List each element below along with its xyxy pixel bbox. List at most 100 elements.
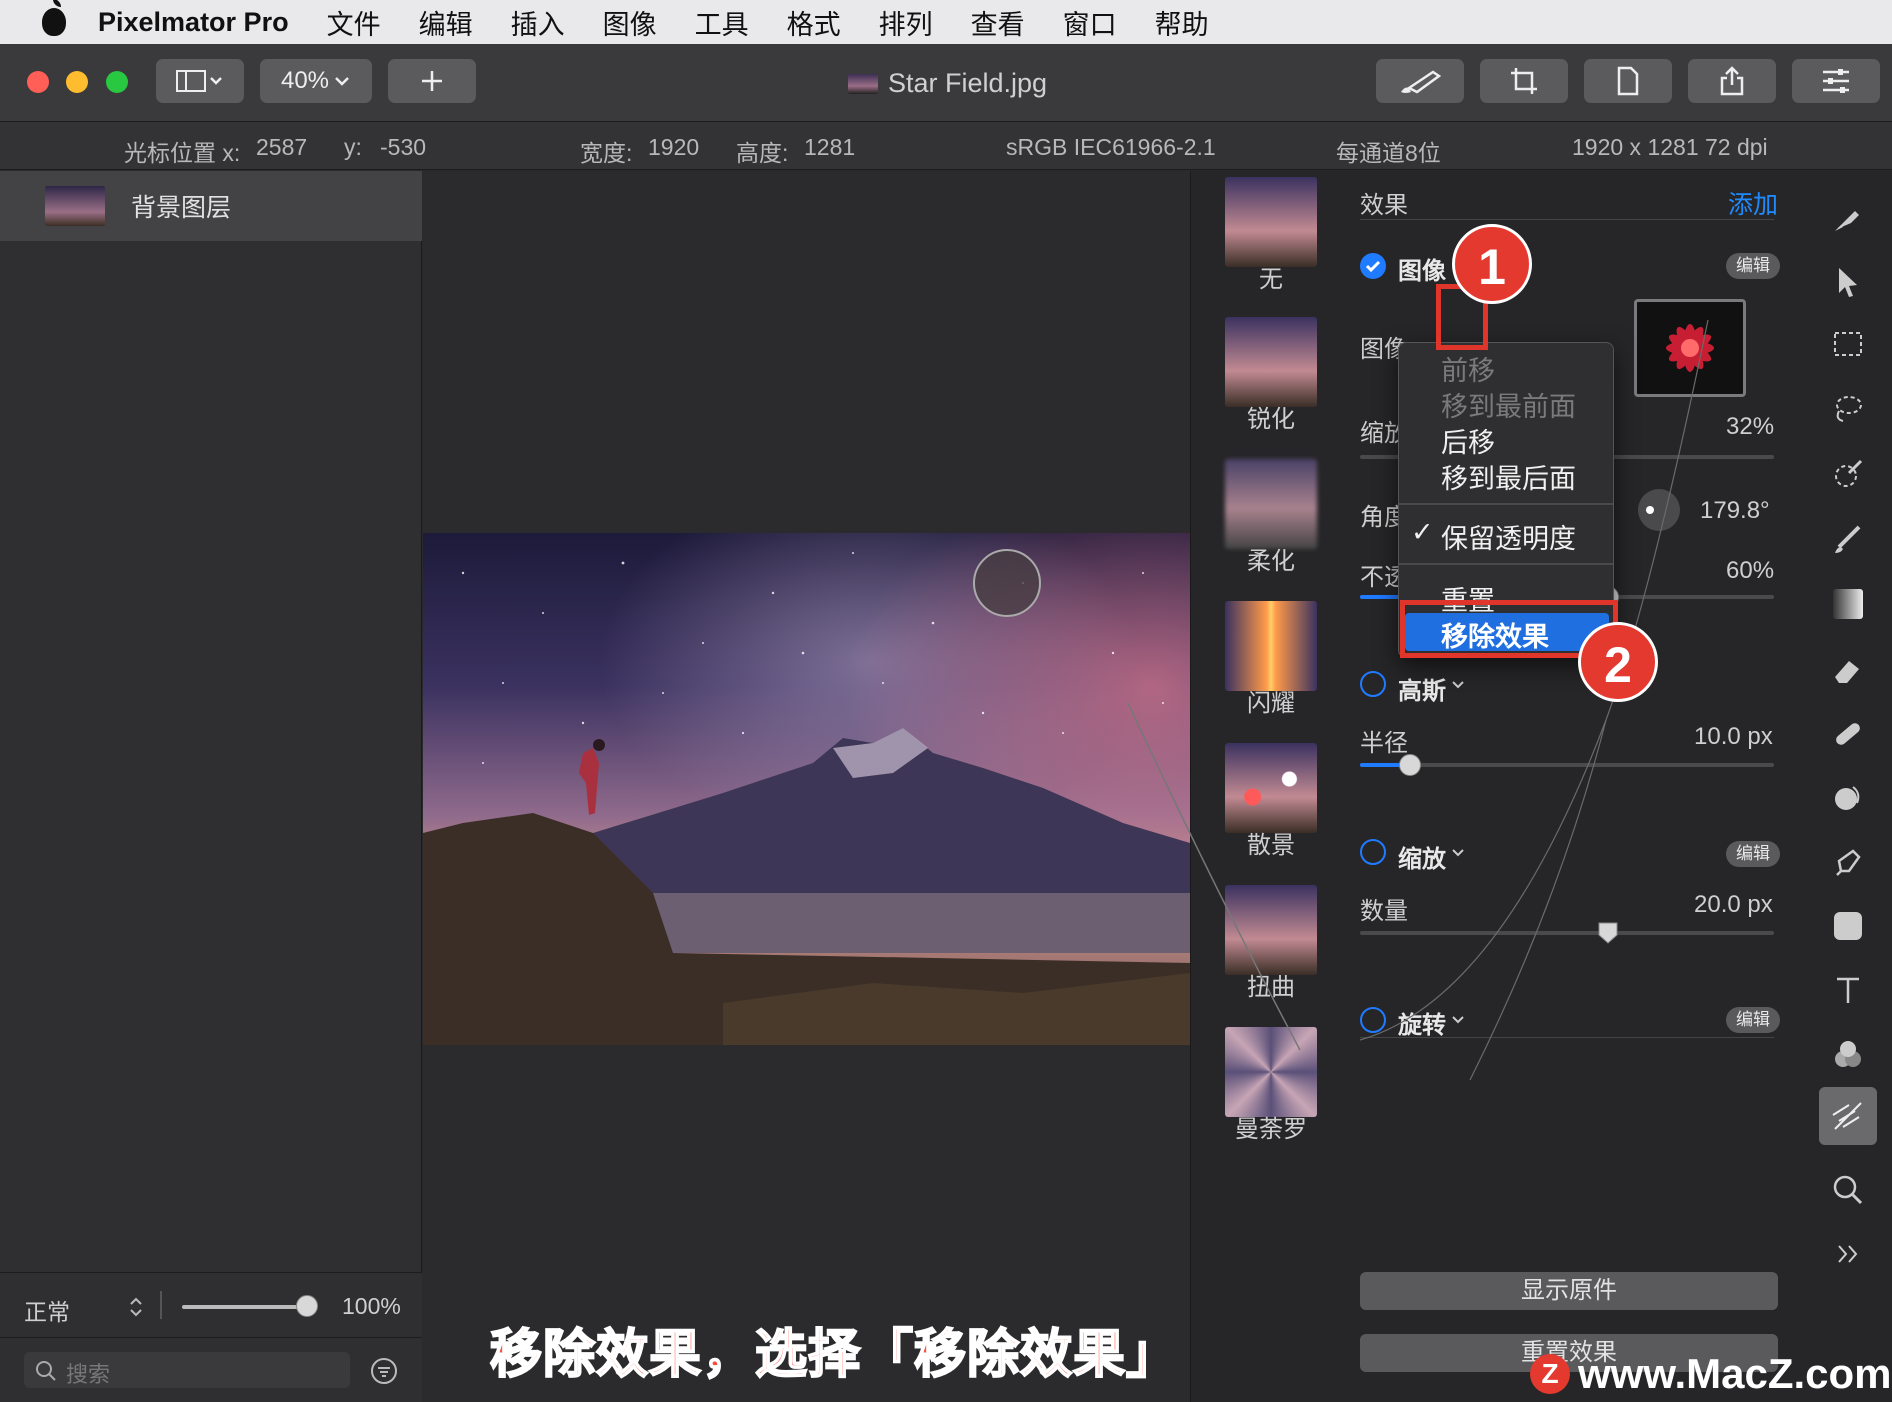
zoom-tool[interactable] (1825, 1167, 1871, 1213)
arrange-tool[interactable] (1825, 259, 1871, 305)
show-original-button[interactable]: 显示原件 (1360, 1272, 1778, 1310)
format-brush-button[interactable] (1376, 59, 1464, 103)
menu-edit[interactable]: 编辑 (419, 3, 473, 42)
canvas-area[interactable] (423, 171, 1190, 1402)
zoom-effect-checkbox[interactable] (1360, 839, 1386, 865)
chevron-down-icon[interactable] (1450, 1013, 1466, 1027)
retouch-tool[interactable] (1825, 711, 1871, 757)
cursor-x-label: 光标位置 x: (124, 140, 241, 166)
amount-slider-knob[interactable] (1597, 921, 1619, 945)
angle-dial[interactable] (1638, 489, 1680, 531)
menu-insert[interactable]: 插入 (511, 3, 565, 42)
document-button[interactable] (1584, 59, 1672, 103)
layer-search-input[interactable]: 搜索 (24, 1352, 350, 1388)
pen-tool[interactable] (1825, 839, 1871, 885)
layers-panel: 背景图层 正常 100% 搜索 (0, 171, 422, 1402)
image-well[interactable] (1634, 299, 1746, 397)
close-window-button[interactable] (27, 71, 49, 93)
menu-window[interactable]: 窗口 (1063, 3, 1117, 42)
layer-name: 背景图层 (131, 194, 232, 222)
star-field-image[interactable] (423, 533, 1190, 1045)
width-label: 宽度: (580, 140, 633, 166)
radius-slider-knob[interactable] (1399, 754, 1421, 776)
effect-bokeh-thumbnail[interactable] (1225, 743, 1317, 833)
effect-distort-thumbnail[interactable] (1225, 885, 1317, 975)
rotate-effect-checkbox[interactable] (1360, 1007, 1386, 1033)
color-adjust-tool[interactable] (1825, 1031, 1871, 1077)
image-effect-checkbox[interactable] (1360, 253, 1386, 279)
zoom-select[interactable]: 40% (260, 59, 372, 103)
zoom-effect-edit-button[interactable]: 编辑 (1726, 841, 1780, 867)
menu-preserve-transparency[interactable]: 保留透明度 (1441, 517, 1576, 556)
sidebar-toggle-button[interactable] (156, 59, 244, 103)
layer-opacity-knob[interactable] (296, 1295, 318, 1317)
checkmark-icon: ✓ (1411, 517, 1434, 547)
effect-soften-thumbnail[interactable] (1225, 459, 1317, 549)
layer-row[interactable]: 背景图层 (0, 171, 422, 241)
eraser-icon (1835, 661, 1859, 683)
angle-handle[interactable] (973, 549, 1041, 617)
minimize-window-button[interactable] (66, 71, 88, 93)
watermark-text: www.MacZ.com (1578, 1350, 1892, 1397)
effect-sharpen-thumbnail[interactable] (1225, 317, 1317, 407)
image-effect-edit-button[interactable]: 编辑 (1726, 253, 1780, 279)
menu-send-backward[interactable]: 后移 (1441, 421, 1495, 460)
paint-brush-icon (1835, 211, 1859, 231)
effects-browser: 无 锐化 柔化 闪耀 散景 扭曲 曼荼罗 (1190, 171, 1350, 1402)
rotate-effect-edit-button[interactable]: 编辑 (1726, 1007, 1780, 1033)
footer-divider (0, 1337, 422, 1338)
amount-slider[interactable] (1360, 931, 1774, 935)
watermark: Z www.MacZ.com (1530, 1350, 1892, 1398)
layer-opacity-slider[interactable] (182, 1305, 308, 1309)
opacity-value: 60% (1726, 557, 1775, 584)
effect-glow-thumbnail[interactable] (1225, 601, 1317, 691)
share-button[interactable] (1688, 59, 1776, 103)
plus-icon (422, 71, 442, 91)
apple-menu-icon[interactable] (42, 0, 66, 36)
erase-tool[interactable] (1825, 647, 1871, 693)
paint-tool[interactable] (1825, 517, 1871, 563)
menu-arrange[interactable]: 排列 (879, 3, 933, 42)
select-tool[interactable] (1825, 321, 1871, 367)
menu-tools[interactable]: 工具 (695, 3, 749, 42)
document-title: Star Field.jpg (848, 68, 1047, 99)
shape-tool[interactable] (1825, 903, 1871, 949)
color-select-tool[interactable] (1825, 451, 1871, 497)
radius-slider[interactable] (1360, 763, 1774, 767)
more-tools-button[interactable] (1825, 1231, 1871, 1277)
effect-none-thumbnail[interactable] (1225, 177, 1317, 267)
lasso-icon (1836, 396, 1862, 422)
distort-tool[interactable] (1825, 775, 1871, 821)
blend-mode-select[interactable]: 正常 (24, 1293, 70, 1327)
style-tool[interactable] (1825, 195, 1871, 241)
window-toolbar: 40% Star Field.jpg (0, 44, 1892, 122)
updown-chevron-icon (130, 1297, 142, 1317)
lasso-tool[interactable] (1825, 385, 1871, 431)
menu-view[interactable]: 查看 (971, 3, 1025, 42)
crop-button[interactable] (1480, 59, 1568, 103)
color-profile: sRGB IEC61966-2.1 (1006, 134, 1216, 160)
menu-file[interactable]: 文件 (327, 3, 381, 42)
add-effect-button[interactable]: 添加 (1728, 185, 1778, 221)
zoom-window-button[interactable] (106, 71, 128, 93)
menu-format[interactable]: 格式 (787, 3, 841, 42)
menu-help[interactable]: 帮助 (1155, 3, 1209, 42)
chevron-down-icon[interactable] (1450, 846, 1466, 860)
menu-separator (1399, 563, 1613, 565)
type-tool[interactable] (1825, 967, 1871, 1013)
chevron-down-icon[interactable] (1450, 678, 1466, 692)
double-chevron-right-icon (1838, 1245, 1858, 1263)
effect-mandala-thumbnail[interactable] (1225, 1027, 1317, 1117)
sliders-icon (1823, 69, 1849, 93)
effect-none-label: 无 (1259, 266, 1283, 293)
effects-tool[interactable] (1819, 1087, 1877, 1145)
add-button[interactable] (388, 59, 476, 103)
gradient-tool[interactable] (1825, 581, 1871, 627)
gaussian-effect-checkbox[interactable] (1360, 671, 1386, 697)
app-menu[interactable]: Pixelmator Pro (98, 7, 289, 38)
menu-send-to-back[interactable]: 移到最后面 (1441, 457, 1576, 496)
menu-image[interactable]: 图像 (603, 3, 657, 42)
tutorial-caption: 移除效果，选择「移除效果」 (489, 1325, 1180, 1385)
inspector-button[interactable] (1792, 59, 1880, 103)
filter-icon[interactable] (370, 1357, 398, 1385)
